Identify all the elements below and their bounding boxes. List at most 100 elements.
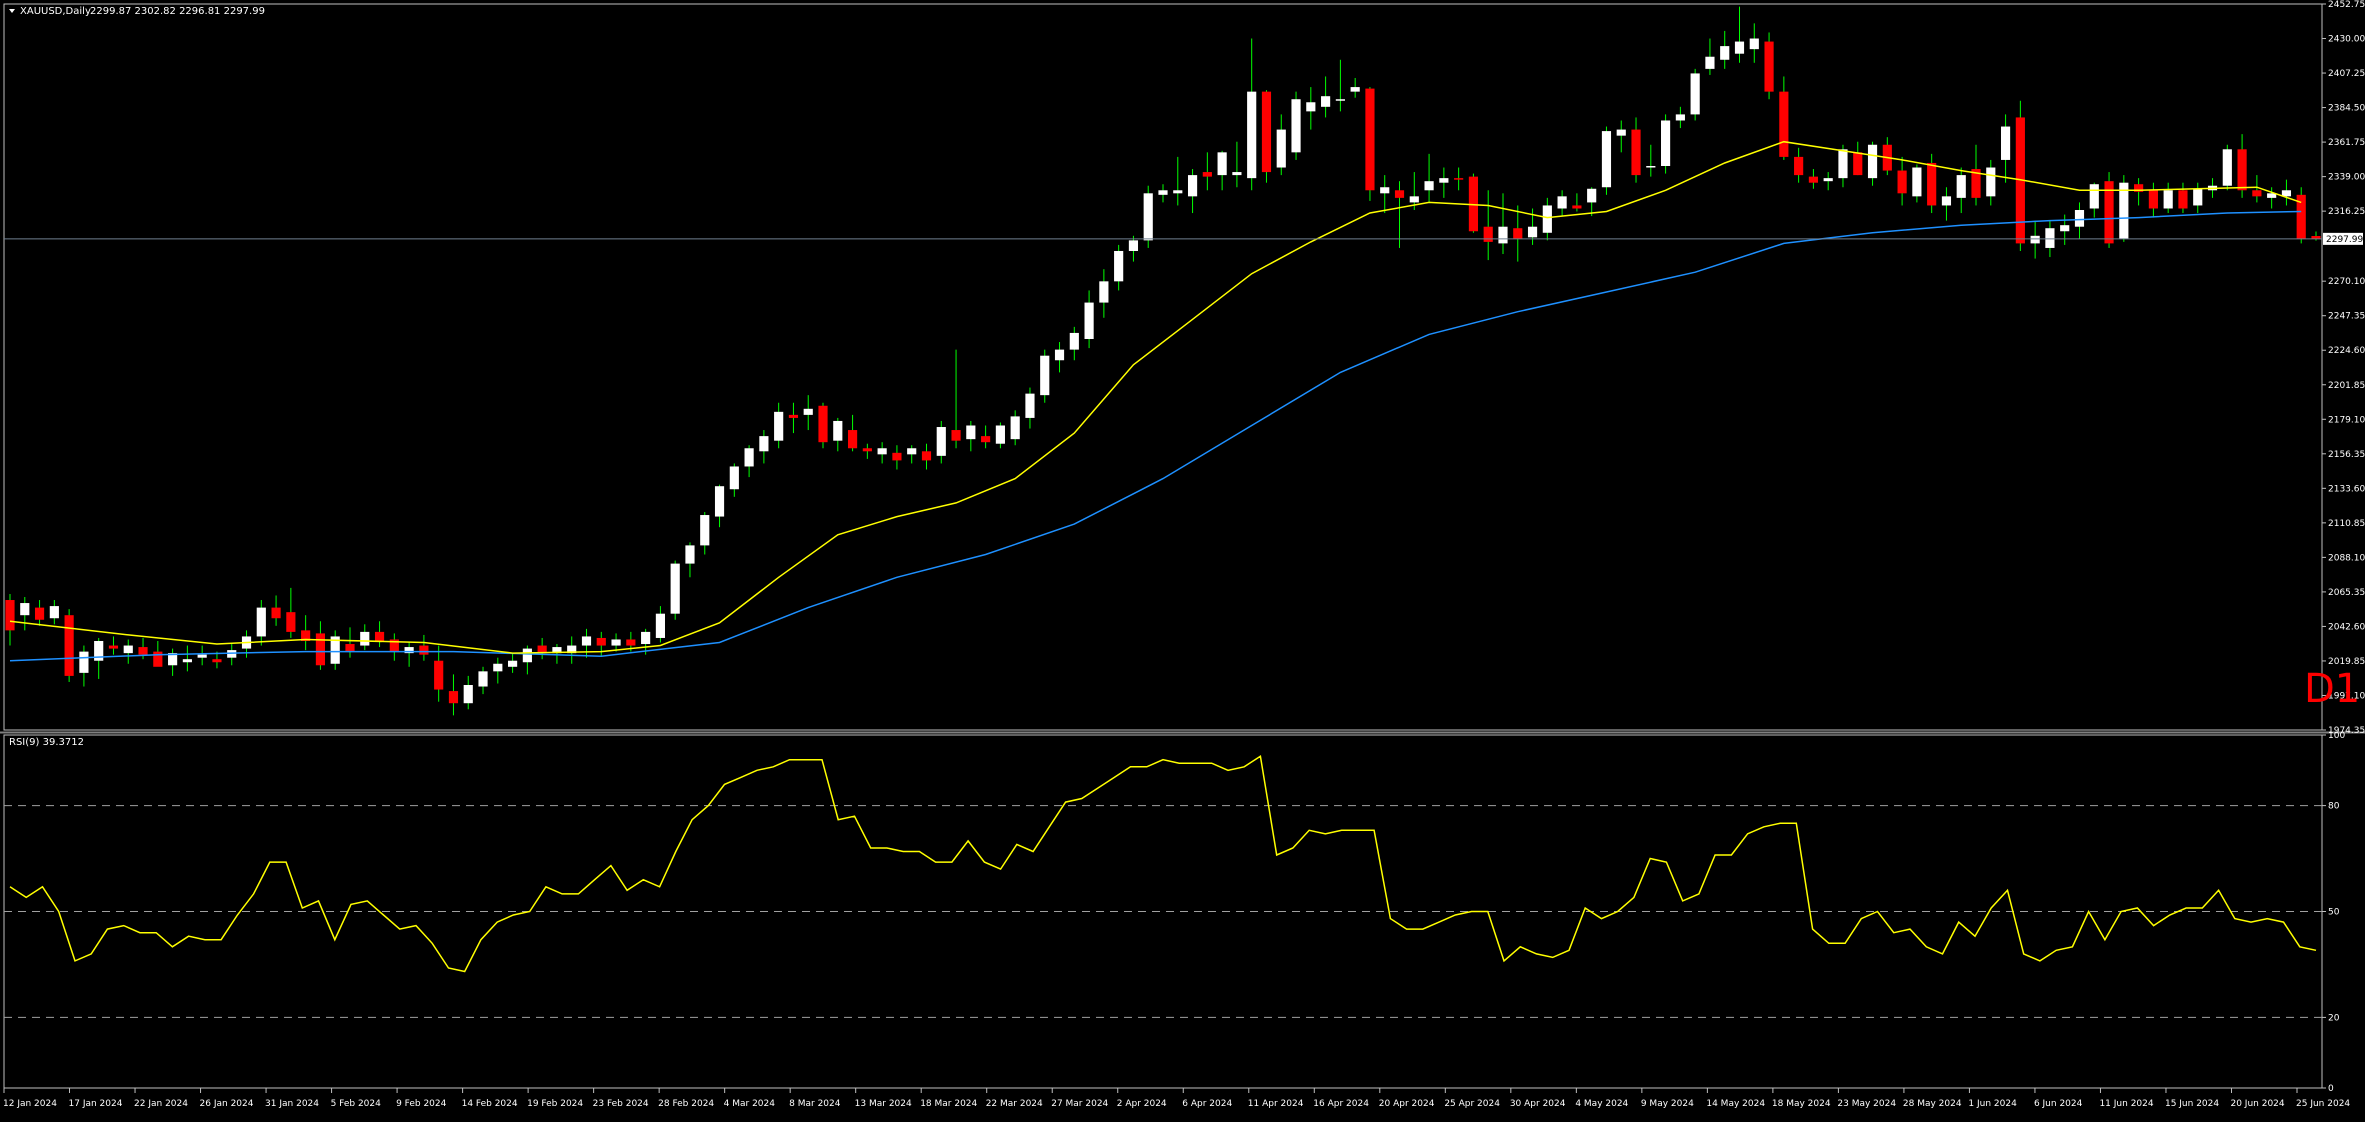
candle-body <box>818 405 828 443</box>
candle-body <box>493 663 503 672</box>
candle-body <box>1690 73 1700 115</box>
candle-body <box>1394 190 1405 198</box>
candle-body <box>522 648 532 663</box>
date-tick-label: 17 Jan 2024 <box>69 1099 123 1109</box>
candle-body <box>1941 196 1952 206</box>
candle-body <box>5 600 15 631</box>
date-tick-label: 22 Mar 2024 <box>986 1099 1043 1109</box>
candle-body <box>1158 190 1168 195</box>
date-tick-label: 6 Jun 2024 <box>2034 1099 2083 1109</box>
candle-body <box>1483 226 1493 242</box>
candle-body <box>1498 226 1508 244</box>
candle-body <box>508 660 518 667</box>
candle-body <box>1734 41 1745 54</box>
candle-body <box>478 671 488 687</box>
candle-body <box>1542 205 1552 233</box>
price-tick-label: 2384.50 <box>2328 104 2365 114</box>
date-tick-label: 18 May 2024 <box>1772 1099 1831 1109</box>
candle-body <box>641 631 651 645</box>
candle-body <box>2000 126 2011 160</box>
ma-fast-line <box>9 140 2302 654</box>
candle-body <box>1601 131 1612 188</box>
candle-body <box>1646 165 1656 168</box>
price-tick-label: 2201.85 <box>2328 381 2365 391</box>
candles-layer <box>5 6 2321 716</box>
candle-body <box>774 411 784 441</box>
candle-body <box>1720 46 1730 60</box>
rsi-label: RSI(9) 39.3712 <box>9 737 84 748</box>
candle-body <box>1276 129 1286 168</box>
candle-body <box>1927 162 1937 206</box>
candle-body <box>1557 196 1567 209</box>
candle-body <box>862 448 872 452</box>
date-tick-label: 9 May 2024 <box>1641 1099 1694 1109</box>
candle-body <box>847 430 858 449</box>
candle-body <box>966 425 976 440</box>
candle-body <box>2045 228 2055 248</box>
candle-body <box>803 408 813 415</box>
date-tick-label: 18 Mar 2024 <box>920 1099 977 1109</box>
rsi-tick-label: 100 <box>2328 731 2345 741</box>
candle-body <box>759 436 769 452</box>
candle-body <box>463 685 473 704</box>
price-tick-label: 2179.10 <box>2328 415 2365 425</box>
price-tick-label: 2065.35 <box>2328 588 2365 598</box>
candle-body <box>1247 91 1257 179</box>
candle-body <box>345 644 355 652</box>
price-tick-label: 2407.25 <box>2328 69 2365 79</box>
candle-body <box>1764 41 1774 92</box>
main-panel-frame <box>3 3 2323 731</box>
candle-body <box>49 606 59 619</box>
rsi-panel-frame <box>3 734 2323 1089</box>
candle-body <box>20 603 30 616</box>
candle-body <box>1350 87 1360 92</box>
candle-body <box>892 452 902 461</box>
current-price-label: 2297.99 <box>2326 235 2363 245</box>
rsi-line <box>9 754 2317 973</box>
price-tick-label: 2452.75 <box>2328 0 2365 10</box>
candle-body <box>1986 167 1996 197</box>
date-tick-label: 27 Mar 2024 <box>1051 1099 1108 1109</box>
candle-body <box>1661 120 1671 166</box>
date-tick-label: 11 Apr 2024 <box>1248 1099 1304 1109</box>
price-tick-label: 2224.60 <box>2328 346 2365 356</box>
candle-body <box>1217 152 1227 176</box>
candle-body <box>360 631 370 646</box>
date-tick-label: 6 Apr 2024 <box>1182 1099 1232 1109</box>
chart-canvas: 2452.75 2430.00 2407.25 2384.50 2361.75 2339.… <box>0 0 2365 1109</box>
candle-body <box>788 414 799 418</box>
date-tick-label: 9 Feb 2024 <box>396 1099 447 1109</box>
rsi-tick-label: 0 <box>2328 1084 2334 1094</box>
candle-body <box>2178 190 2188 209</box>
date-tick-label: 22 Jan 2024 <box>134 1099 188 1109</box>
candle-body <box>1128 240 1139 251</box>
candle-body <box>877 448 887 455</box>
candle-body <box>1853 152 1863 176</box>
ohlc-label: 2299.87 2302.82 2296.81 2297.99 <box>90 6 265 17</box>
candle-body <box>626 639 636 646</box>
date-tick-label: 16 Apr 2024 <box>1313 1099 1369 1109</box>
candle-body <box>685 545 695 564</box>
rsi-panel[interactable] <box>0 731 2365 1089</box>
main-panel[interactable] <box>3 3 2323 731</box>
candle-body <box>1779 91 1789 157</box>
candle-body <box>2074 210 2085 227</box>
candle-body <box>1335 99 1345 101</box>
candle-body <box>256 607 266 637</box>
price-tick-label: 2088.10 <box>2328 553 2365 563</box>
rsi-tick-label: 50 <box>2328 908 2340 918</box>
candle-body <box>1409 196 1419 203</box>
candle-body <box>951 430 961 441</box>
chart-menu-triangle-icon[interactable] <box>9 9 15 13</box>
axes-layer: 2452.75 2430.00 2407.25 2384.50 2361.75 2339.… <box>3 0 2365 1109</box>
candle-body <box>1232 172 1242 176</box>
price-tick-label: 2430.00 <box>2328 35 2365 45</box>
candle-body <box>79 651 89 673</box>
candle-body <box>1321 96 1331 107</box>
candle-body <box>1587 188 1597 203</box>
date-tick-label: 2 Apr 2024 <box>1117 1099 1167 1109</box>
candle-body <box>1173 190 1183 194</box>
candle-body <box>1616 129 1626 136</box>
candle-body <box>1439 178 1449 183</box>
candle-body <box>995 425 1005 444</box>
